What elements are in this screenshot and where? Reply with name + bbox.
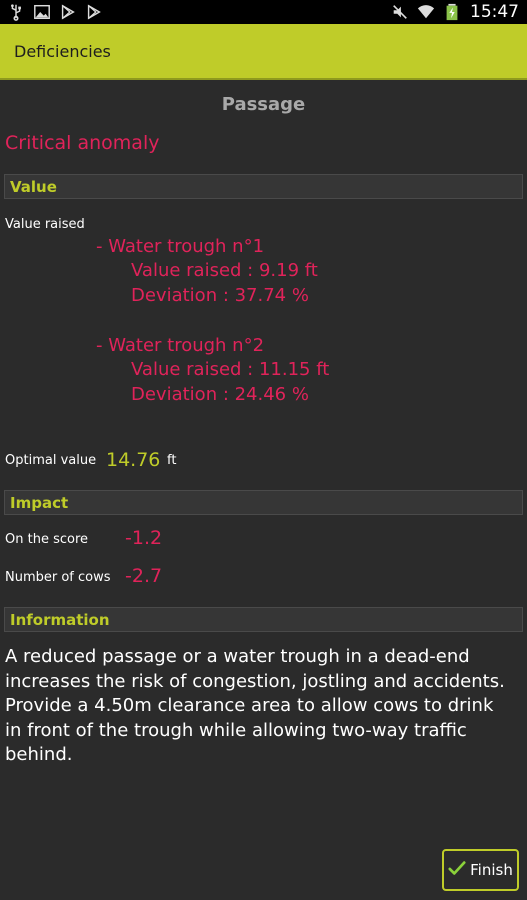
trough-2-name: - Water trough n°2 xyxy=(96,335,265,356)
section-header-information: Information xyxy=(4,607,523,632)
score-impact-label: On the score xyxy=(5,532,89,547)
deficiency-detail[interactable]: Passage Critical anomaly Value Value rai… xyxy=(0,80,527,900)
status-system: 15:47 xyxy=(390,2,519,22)
mute-icon xyxy=(390,2,410,22)
trough-1-deviation: Deviation : 37.74 % xyxy=(131,285,309,306)
information-text: A reduced passage or a water trough in a… xyxy=(5,646,505,765)
section-header-value: Value xyxy=(4,174,523,199)
trough-1-name: - Water trough n°1 xyxy=(96,236,265,257)
status-bar: 15:47 xyxy=(0,0,527,24)
action-bar: Deficiencies xyxy=(0,24,527,80)
checkmark-icon xyxy=(448,859,466,881)
status-notifications xyxy=(6,2,104,22)
finish-button[interactable]: Finish xyxy=(442,849,519,891)
trough-2-deviation: Deviation : 24.46 % xyxy=(131,384,309,405)
severity-label: Critical anomaly xyxy=(5,132,160,154)
action-bar-title: Deficiencies xyxy=(14,41,111,61)
cows-impact-value: -2.7 xyxy=(125,565,163,587)
image-icon xyxy=(32,2,52,22)
trough-1-raised: Value raised : 9.19 ft xyxy=(131,260,318,281)
score-impact-value: -1.2 xyxy=(125,527,163,549)
value-raised-label: Value raised xyxy=(5,217,85,232)
usb-icon xyxy=(6,2,26,22)
cows-impact-label: Number of cows xyxy=(5,570,111,585)
optimal-value-unit: ft xyxy=(167,453,177,468)
play-store-icon xyxy=(84,2,104,22)
optimal-value-label: Optimal value xyxy=(5,453,97,468)
trough-2-raised: Value raised : 11.15 ft xyxy=(131,359,330,380)
battery-charging-icon xyxy=(442,2,462,22)
play-store-icon xyxy=(58,2,78,22)
status-time: 15:47 xyxy=(470,2,519,22)
page-title: Passage xyxy=(221,94,306,115)
wifi-icon xyxy=(416,2,436,22)
finish-button-label: Finish xyxy=(470,861,513,879)
section-header-impact: Impact xyxy=(4,490,523,515)
optimal-value: 14.76 xyxy=(106,449,161,471)
